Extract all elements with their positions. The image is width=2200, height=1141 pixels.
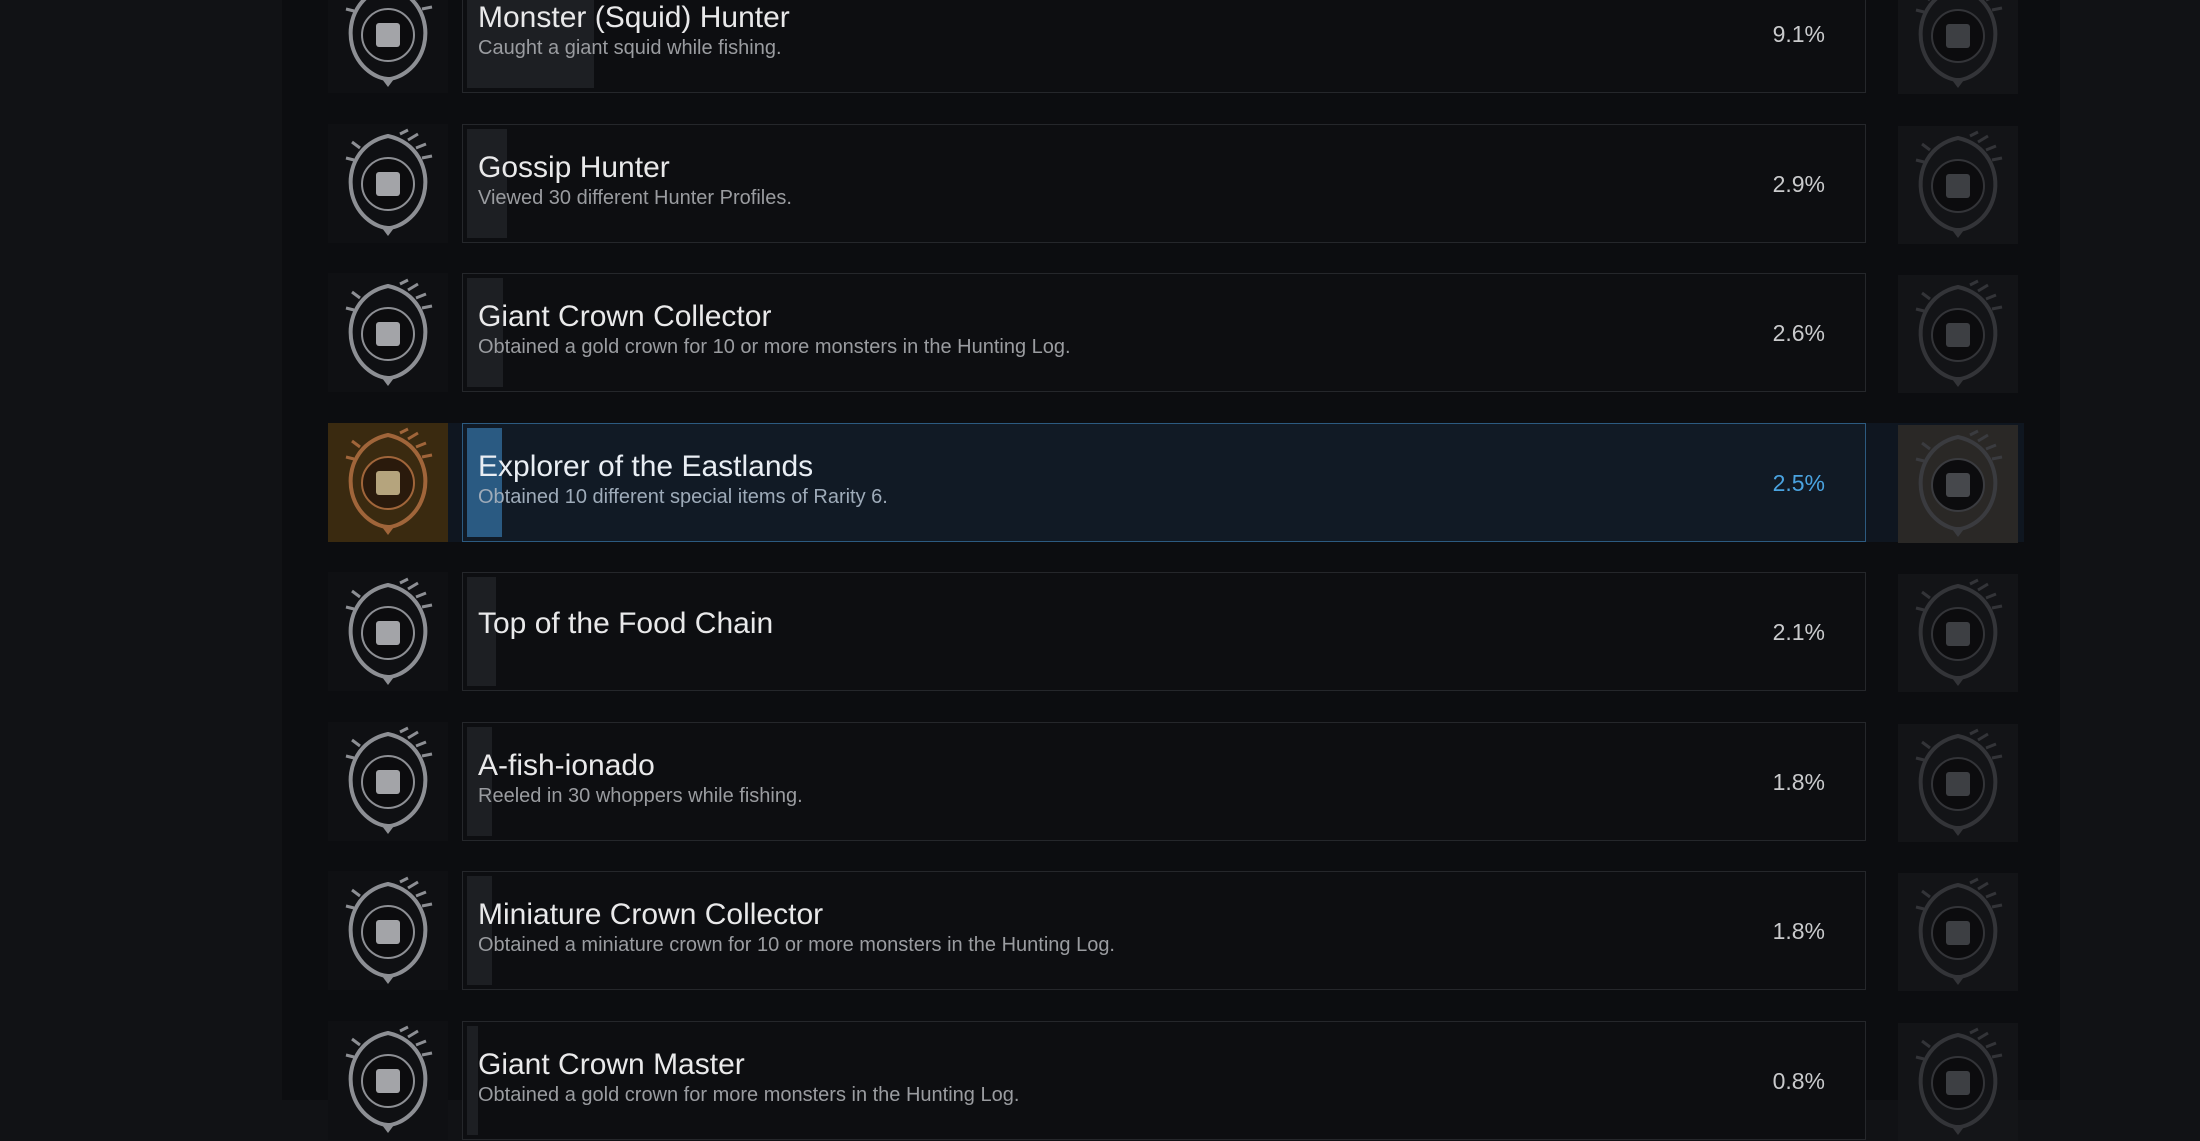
crown-emblem-icon <box>1915 877 2003 985</box>
achievement-icon-locked <box>1898 275 2018 393</box>
achievement-icon <box>328 871 448 990</box>
scroll-quill-emblem-icon <box>1915 429 2003 537</box>
global-unlock-percent: 2.9% <box>1772 170 1825 197</box>
achievement-title: Giant Crown Master <box>478 1047 745 1081</box>
achievement-description: Obtained a miniature crown for 10 or mor… <box>478 934 1115 956</box>
achievement-icon-locked <box>1898 0 2018 94</box>
achievement-card[interactable]: Miniature Crown Collector Obtained a min… <box>462 871 1866 990</box>
achievement-icon <box>328 0 448 93</box>
achievement-description: Reeled in 30 whoppers while fishing. <box>478 784 803 807</box>
achievement-row[interactable]: Giant Crown Collector Obtained a gold cr… <box>324 273 2024 393</box>
achievements-list: Monster (Squid) Hunter Caught a giant sq… <box>282 0 2060 1141</box>
achievement-row[interactable]: Gossip Hunter Viewed 30 different Hunter… <box>324 123 2024 244</box>
achievement-description: Obtained a gold crown for more monsters … <box>478 1083 1020 1106</box>
squid-emblem-icon <box>1915 0 2003 88</box>
achievement-icon-locked <box>1898 723 2018 842</box>
achievement-row[interactable]: Explorer of the Eastlands Obtained 10 di… <box>324 422 2024 543</box>
achievement-card[interactable]: Gossip Hunter Viewed 30 different Hunter… <box>462 123 1866 243</box>
fish-emblem-icon <box>345 726 433 834</box>
achievement-card[interactable]: Top of the Food Chain 2.1% <box>462 572 1866 691</box>
achievement-icon-locked <box>1898 1022 2018 1141</box>
achievement-card[interactable]: Explorer of the Eastlands Obtained 10 di… <box>462 422 1866 542</box>
achievement-icon <box>328 721 448 841</box>
crown-emblem-icon <box>345 278 433 386</box>
compass-emblem-icon <box>345 577 433 685</box>
achievement-title: Monster (Squid) Hunter <box>478 1 790 34</box>
scroll-quill-emblem-icon <box>345 427 433 535</box>
global-unlock-percent: 1.8% <box>1772 768 1825 795</box>
achievement-icon-locked <box>1898 873 2018 991</box>
achievement-icon <box>328 422 448 542</box>
achievement-card[interactable]: Giant Crown Master Obtained a gold crown… <box>462 1020 1866 1140</box>
achievement-row[interactable]: Giant Crown Master Obtained a gold crown… <box>324 1020 2024 1141</box>
achievement-row[interactable]: A-fish-ionado Reeled in 30 whoppers whil… <box>324 721 2024 842</box>
squid-emblem-icon <box>345 0 433 87</box>
profile-cards-emblem-icon <box>345 128 433 236</box>
achievement-title: Top of the Food Chain <box>478 607 774 640</box>
achievement-icon-locked <box>1898 424 2018 543</box>
achievement-description: Obtained a gold crown for 10 or more mon… <box>478 336 1071 358</box>
achievement-card[interactable]: Monster (Squid) Hunter Caught a giant sq… <box>462 0 1866 93</box>
global-unlock-percent: 1.8% <box>1772 918 1825 944</box>
global-unlock-percent: 2.6% <box>1772 320 1825 346</box>
achievement-icon <box>328 123 448 243</box>
achievement-title: Giant Crown Collector <box>478 300 772 333</box>
global-unlock-percent: 2.5% <box>1772 469 1825 496</box>
crown-emblem-icon <box>1915 279 2003 387</box>
crown-emblem-icon <box>345 1025 433 1133</box>
achievement-card[interactable]: A-fish-ionado Reeled in 30 whoppers whil… <box>462 721 1866 841</box>
achievement-icon <box>328 1020 448 1140</box>
achievement-row[interactable]: Monster (Squid) Hunter Caught a giant sq… <box>324 0 2024 94</box>
global-unlock-percent: 9.1% <box>1772 21 1825 47</box>
achievement-row[interactable]: Miniature Crown Collector Obtained a min… <box>324 871 2024 991</box>
crown-emblem-icon <box>345 876 433 984</box>
achievement-description: Caught a giant squid while fishing. <box>478 37 782 59</box>
global-unlock-percent: 0.8% <box>1772 1067 1825 1094</box>
achievement-icon-locked <box>1898 125 2018 244</box>
achievement-title: Gossip Hunter <box>478 150 670 184</box>
compass-emblem-icon <box>1915 578 2003 686</box>
achievement-icon-locked <box>1898 574 2018 692</box>
profile-cards-emblem-icon <box>1915 130 2003 238</box>
crown-emblem-icon <box>1915 1027 2003 1135</box>
achievement-title: A-fish-ionado <box>478 748 655 782</box>
achievement-row[interactable]: Top of the Food Chain 2.1% <box>324 572 2024 692</box>
achievement-title: Miniature Crown Collector <box>478 898 824 931</box>
global-unlock-percent: 2.1% <box>1772 619 1825 645</box>
achievement-description: Obtained 10 different special items of R… <box>478 485 888 508</box>
achievement-card[interactable]: Giant Crown Collector Obtained a gold cr… <box>462 273 1866 392</box>
achievement-icon <box>328 273 448 392</box>
achievement-icon <box>328 572 448 691</box>
achievement-title: Explorer of the Eastlands <box>478 449 814 483</box>
global-progress-bar <box>467 1025 478 1135</box>
achievement-description: Viewed 30 different Hunter Profiles. <box>478 186 792 209</box>
fish-emblem-icon <box>1915 728 2003 836</box>
